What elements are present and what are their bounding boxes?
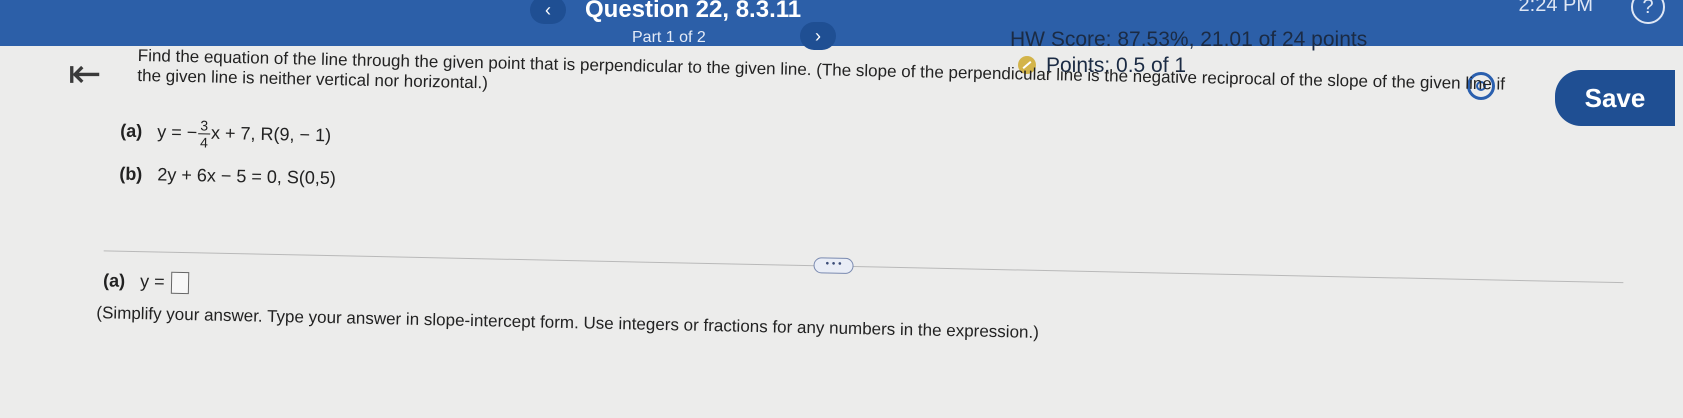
help-button[interactable]: ?: [1631, 0, 1665, 24]
answer-instructions: (Simplify your answer. Type your answer …: [96, 303, 1040, 342]
fraction-numerator: 3: [198, 117, 211, 135]
clock-time: 2:24 PM: [1518, 0, 1593, 16]
part-b-given: (b) 2y + 6x − 5 = 0, S(0,5): [119, 164, 336, 190]
question-prompt: Find the equation of the line through th…: [137, 46, 1638, 117]
part-b-equation: 2y + 6x − 5 = 0, S(0,5): [157, 164, 337, 189]
answer-input[interactable]: [170, 271, 189, 295]
part-a-eq-end: x + 7, R(9, − 1): [210, 122, 332, 146]
question-part: Part 1 of 2: [632, 29, 706, 46]
next-question-button[interactable]: ›: [800, 22, 836, 50]
slope-fraction: 34: [198, 117, 211, 151]
answer-row: (a) y =: [102, 270, 189, 295]
part-a-label: (a): [120, 120, 143, 142]
back-arrow-icon[interactable]: ⇤: [68, 54, 102, 94]
top-bar: 2:24 PM ? ‹ Question 22, 8.3.11 Part 1 o…: [0, 0, 1683, 50]
fraction-denominator: 4: [199, 134, 209, 151]
question-title: Question 22, 8.3.11: [585, 0, 802, 23]
hw-score: HW Score: 87.53%, 21.01 of 24 points: [1010, 28, 1368, 51]
more-options-button[interactable]: • • •: [813, 257, 854, 275]
question-content: Find the equation of the line through th…: [96, 46, 1658, 342]
part-b-label: (b): [119, 163, 143, 185]
previous-question-button[interactable]: ‹: [530, 0, 566, 24]
part-a-eq-start: y = −: [157, 121, 198, 143]
answer-prefix: y =: [139, 271, 165, 292]
section-divider: [103, 250, 1624, 284]
answer-part-label: (a): [102, 270, 126, 291]
part-a-given: (a) y = −3 4 x + 7, R(9, − 1): [120, 116, 332, 153]
